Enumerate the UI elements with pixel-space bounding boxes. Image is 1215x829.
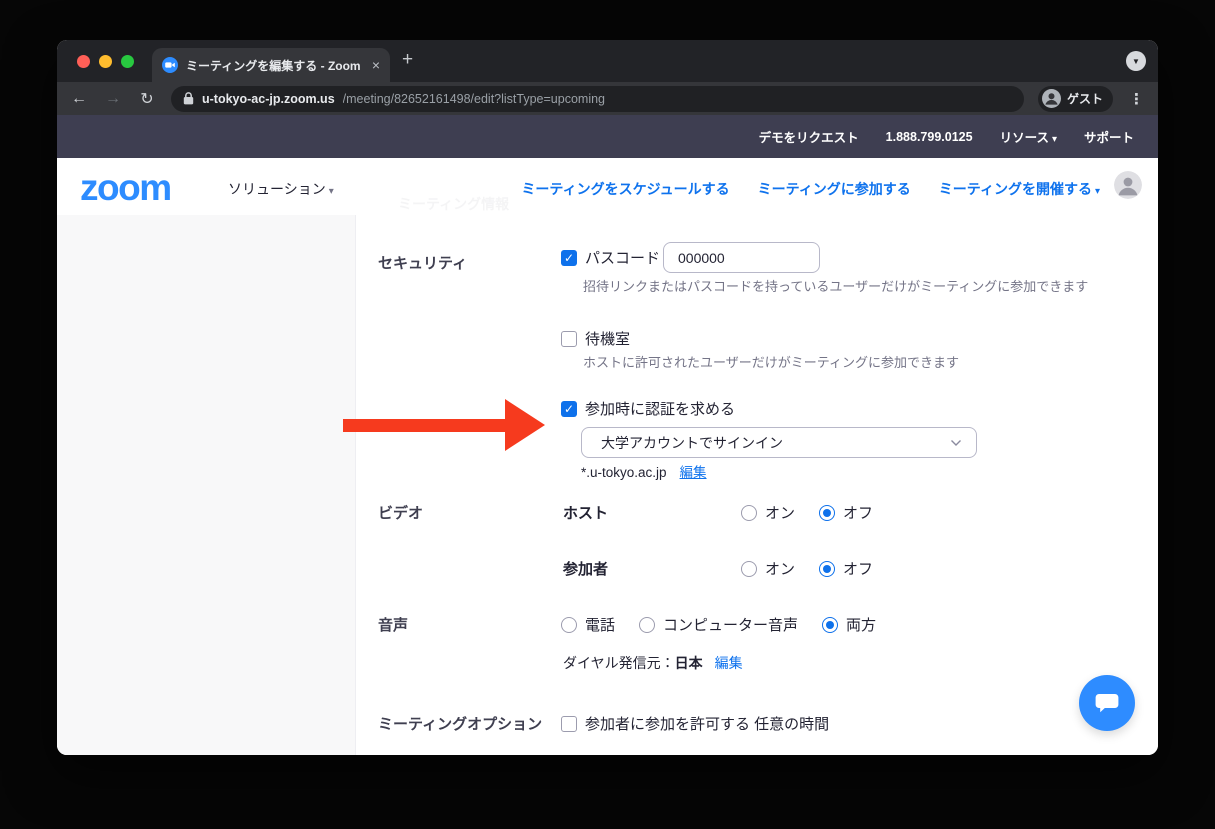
audio-radios: 電話 コンピューター音声 両方 [561, 614, 876, 635]
browser-tab[interactable]: ミーティングを編集する - Zoom × [152, 48, 390, 82]
host-meeting-menu[interactable]: ミーティングを開催する▾ [939, 179, 1100, 199]
waiting-room-help-text: ホストに許可されたユーザーだけがミーティングに参加できます [583, 352, 959, 371]
left-sidebar [57, 215, 356, 755]
browser-window: ミーティングを編集する - Zoom × + ▼ ← → ↻ u-tokyo-a… [57, 40, 1158, 755]
tab-search-button[interactable]: ▼ [1126, 51, 1146, 71]
video-section-label: ビデオ [378, 502, 423, 523]
close-tab-icon[interactable]: × [372, 58, 380, 72]
auth-domains-text: *.u-tokyo.ac.jp編集 [581, 461, 707, 481]
lock-icon [183, 92, 194, 105]
participant-label: 参加者 [563, 558, 608, 579]
zoom-header: ミーティング情報 zoom ソリューション▾ ミーティングをスケジュールする ミ… [57, 158, 1158, 215]
passcode-help-text: 招待リンクまたはパスコードを持っているユーザーだけがミーティングに参加できます [583, 276, 1088, 295]
schedule-meeting-link[interactable]: ミーティングをスケジュールする [521, 179, 729, 199]
request-demo-link[interactable]: デモをリクエスト [759, 127, 859, 146]
window-close-button[interactable] [77, 55, 90, 68]
avatar-icon [1042, 89, 1061, 108]
video-participant-row: 参加者 [563, 558, 608, 579]
auth-method-value: 大学アカウントでサインイン [601, 433, 950, 453]
zoom-logo[interactable]: zoom [80, 167, 171, 209]
auth-method-select[interactable]: 大学アカウントでサインイン [581, 427, 977, 458]
url-domain: u-tokyo-ac-jp.zoom.us [202, 92, 335, 106]
radio-icon[interactable] [639, 617, 655, 633]
participant-video-on-option[interactable]: オン [741, 558, 795, 579]
audio-section-label: 音声 [378, 614, 408, 635]
join-anytime-checkbox[interactable] [561, 716, 577, 732]
chevron-down-icon: ▾ [1095, 186, 1100, 197]
url-path: /meeting/82652161498/edit?listType=upcom… [343, 92, 605, 106]
forward-icon[interactable]: → [103, 90, 123, 108]
radio-icon[interactable] [741, 561, 757, 577]
header-links: ミーティングをスケジュールする ミーティングに参加する ミーティングを開催する▾ [521, 179, 1100, 199]
passcode-checkbox[interactable]: ✓ [561, 250, 577, 266]
host-label: ホスト [563, 502, 608, 523]
radio-icon[interactable] [819, 561, 835, 577]
chevron-down-icon: ▾ [329, 186, 334, 197]
require-auth-row: ✓ 参加時に認証を求める [561, 398, 735, 419]
chat-fab-button[interactable] [1079, 675, 1135, 731]
waiting-room-checkbox[interactable] [561, 331, 577, 347]
require-auth-label: 参加時に認証を求める [585, 398, 735, 419]
new-tab-button[interactable]: + [402, 49, 413, 71]
video-host-radios: オン オフ [741, 502, 873, 523]
participant-video-off-option[interactable]: オフ [819, 558, 873, 579]
tab-title: ミーティングを編集する - Zoom [186, 57, 364, 74]
solutions-menu[interactable]: ソリューション▾ [228, 179, 334, 199]
require-auth-checkbox[interactable]: ✓ [561, 401, 577, 417]
resources-menu[interactable]: リソース▾ [1000, 127, 1057, 146]
account-avatar[interactable] [1114, 171, 1142, 199]
host-video-on-option[interactable]: オン [741, 502, 795, 523]
chat-bubble-icon [1094, 691, 1120, 715]
waiting-room-label: 待機室 [585, 328, 630, 349]
dial-country: 日本 [675, 653, 703, 673]
url-bar[interactable]: u-tokyo-ac-jp.zoom.us /meeting/826521614… [171, 86, 1024, 112]
radio-icon[interactable] [819, 505, 835, 521]
radio-icon[interactable] [822, 617, 838, 633]
video-participant-radios: オン オフ [741, 558, 873, 579]
video-host-row: ホスト [563, 502, 608, 523]
passcode-input[interactable] [663, 242, 820, 273]
check-icon: ✓ [564, 252, 574, 264]
passcode-row: ✓ パスコード [561, 242, 660, 273]
support-link[interactable]: サポート [1084, 127, 1134, 146]
join-anytime-label: 参加者に参加を許可する 任意の時間 [585, 713, 829, 734]
chevron-down-icon: ▾ [1052, 134, 1057, 145]
window-minimize-button[interactable] [99, 55, 112, 68]
join-meeting-link[interactable]: ミーティングに参加する [758, 179, 911, 199]
passcode-label: パスコード [585, 247, 660, 268]
host-video-off-option[interactable]: オフ [819, 502, 873, 523]
dial-from-line: ダイヤル発信元：日本編集 [563, 653, 743, 673]
audio-computer-option[interactable]: コンピューター音声 [639, 614, 798, 635]
browser-menu-icon[interactable]: ⋮ [1127, 90, 1146, 108]
join-anytime-row: 参加者に参加を許可する 任意の時間 [561, 713, 829, 734]
check-icon: ✓ [564, 403, 574, 415]
tab-strip: ミーティングを編集する - Zoom × + ▼ [57, 40, 1158, 82]
chevron-down-icon [950, 439, 962, 447]
back-icon[interactable]: ← [69, 90, 89, 108]
meeting-options-section-label: ミーティングオプション [378, 713, 542, 734]
radio-icon[interactable] [741, 505, 757, 521]
radio-icon[interactable] [561, 617, 577, 633]
ghost-text: ミーティング情報 [398, 194, 509, 214]
profile-pill[interactable]: ゲスト [1038, 86, 1113, 112]
zoom-favicon-icon [162, 57, 178, 73]
red-arrow-annotation [343, 399, 545, 451]
edit-dial-link[interactable]: 編集 [715, 653, 743, 673]
guest-label: ゲスト [1067, 90, 1103, 107]
meeting-edit-form: セキュリティ ✓ パスコード 招待リンクまたはパスコードを持っているユーザーだけ… [57, 215, 1158, 755]
audio-both-option[interactable]: 両方 [822, 614, 876, 635]
reload-icon[interactable]: ↻ [137, 89, 157, 109]
edit-domains-link[interactable]: 編集 [680, 465, 707, 480]
security-section-label: セキュリティ [378, 252, 467, 273]
arrow-head [505, 399, 545, 451]
zoom-top-bar: デモをリクエスト 1.888.799.0125 リソース▾ サポート [57, 115, 1158, 158]
window-zoom-button[interactable] [121, 55, 134, 68]
phone-number[interactable]: 1.888.799.0125 [886, 130, 973, 144]
browser-toolbar: ← → ↻ u-tokyo-ac-jp.zoom.us /meeting/826… [57, 82, 1158, 115]
waiting-room-row: 待機室 [561, 328, 630, 349]
dial-from-label: ダイヤル発信元： [563, 653, 675, 673]
arrow-shaft [343, 419, 506, 432]
audio-phone-option[interactable]: 電話 [561, 614, 615, 635]
